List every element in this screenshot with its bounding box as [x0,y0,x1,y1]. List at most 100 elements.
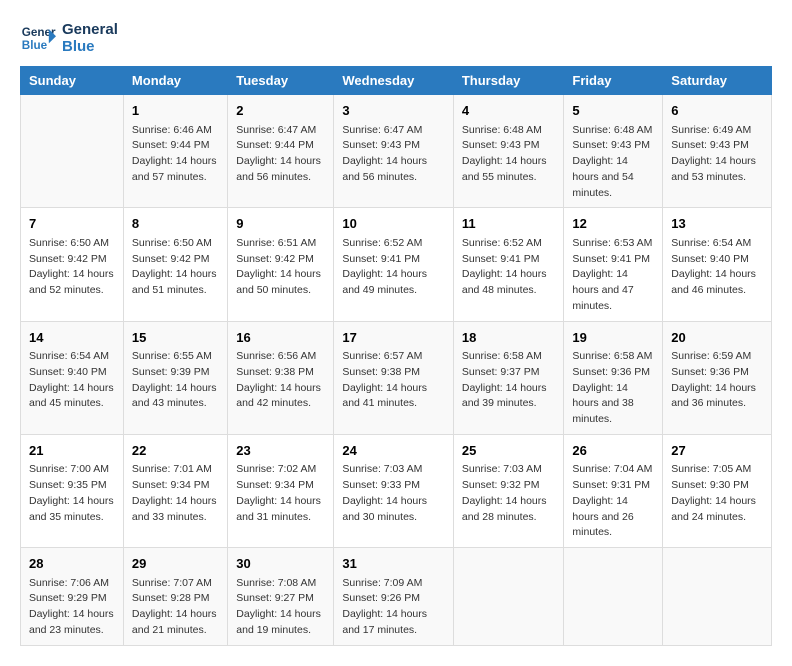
day-cell: 8Sunrise: 6:50 AMSunset: 9:42 PMDaylight… [123,208,227,321]
header-cell-monday: Monday [123,67,227,95]
day-info: Sunrise: 6:53 AMSunset: 9:41 PMDaylight:… [572,236,654,315]
day-info: Sunrise: 7:01 AMSunset: 9:34 PMDaylight:… [132,462,219,525]
day-number: 26 [572,441,654,461]
day-info: Sunrise: 6:51 AMSunset: 9:42 PMDaylight:… [236,236,325,299]
day-cell [21,95,124,208]
day-cell: 24Sunrise: 7:03 AMSunset: 9:33 PMDayligh… [334,434,454,547]
header-cell-friday: Friday [564,67,663,95]
day-number: 30 [236,554,325,574]
day-cell: 20Sunrise: 6:59 AMSunset: 9:36 PMDayligh… [663,321,772,434]
day-info: Sunrise: 7:02 AMSunset: 9:34 PMDaylight:… [236,462,325,525]
day-number: 23 [236,441,325,461]
header-cell-sunday: Sunday [21,67,124,95]
day-cell: 10Sunrise: 6:52 AMSunset: 9:41 PMDayligh… [334,208,454,321]
day-number: 27 [671,441,763,461]
header-cell-wednesday: Wednesday [334,67,454,95]
day-number: 16 [236,328,325,348]
day-number: 14 [29,328,115,348]
calendar-table: SundayMondayTuesdayWednesdayThursdayFrid… [20,66,772,646]
day-number: 31 [342,554,445,574]
day-info: Sunrise: 6:57 AMSunset: 9:38 PMDaylight:… [342,349,445,412]
week-row-3: 14Sunrise: 6:54 AMSunset: 9:40 PMDayligh… [21,321,772,434]
day-number: 2 [236,101,325,121]
day-info: Sunrise: 6:47 AMSunset: 9:43 PMDaylight:… [342,123,445,186]
day-number: 11 [462,214,556,234]
day-info: Sunrise: 7:07 AMSunset: 9:28 PMDaylight:… [132,576,219,639]
day-cell: 27Sunrise: 7:05 AMSunset: 9:30 PMDayligh… [663,434,772,547]
day-info: Sunrise: 7:03 AMSunset: 9:32 PMDaylight:… [462,462,556,525]
day-info: Sunrise: 6:54 AMSunset: 9:40 PMDaylight:… [29,349,115,412]
day-number: 25 [462,441,556,461]
logo: General Blue GeneralBlue [20,20,118,56]
day-cell: 9Sunrise: 6:51 AMSunset: 9:42 PMDaylight… [228,208,334,321]
day-info: Sunrise: 7:05 AMSunset: 9:30 PMDaylight:… [671,462,763,525]
day-cell: 6Sunrise: 6:49 AMSunset: 9:43 PMDaylight… [663,95,772,208]
day-number: 6 [671,101,763,121]
day-cell [453,548,564,646]
day-info: Sunrise: 6:48 AMSunset: 9:43 PMDaylight:… [462,123,556,186]
day-cell: 31Sunrise: 7:09 AMSunset: 9:26 PMDayligh… [334,548,454,646]
day-number: 8 [132,214,219,234]
day-info: Sunrise: 7:04 AMSunset: 9:31 PMDaylight:… [572,462,654,541]
day-cell: 30Sunrise: 7:08 AMSunset: 9:27 PMDayligh… [228,548,334,646]
day-number: 12 [572,214,654,234]
header: General Blue GeneralBlue [20,20,772,56]
day-number: 7 [29,214,115,234]
day-info: Sunrise: 6:58 AMSunset: 9:37 PMDaylight:… [462,349,556,412]
day-info: Sunrise: 6:48 AMSunset: 9:43 PMDaylight:… [572,123,654,202]
day-info: Sunrise: 6:50 AMSunset: 9:42 PMDaylight:… [132,236,219,299]
day-number: 18 [462,328,556,348]
day-cell: 26Sunrise: 7:04 AMSunset: 9:31 PMDayligh… [564,434,663,547]
day-number: 20 [671,328,763,348]
day-cell: 3Sunrise: 6:47 AMSunset: 9:43 PMDaylight… [334,95,454,208]
day-cell: 12Sunrise: 6:53 AMSunset: 9:41 PMDayligh… [564,208,663,321]
day-number: 5 [572,101,654,121]
header-row: SundayMondayTuesdayWednesdayThursdayFrid… [21,67,772,95]
day-number: 1 [132,101,219,121]
day-info: Sunrise: 6:58 AMSunset: 9:36 PMDaylight:… [572,349,654,428]
svg-text:Blue: Blue [22,39,48,52]
day-info: Sunrise: 6:46 AMSunset: 9:44 PMDaylight:… [132,123,219,186]
day-info: Sunrise: 7:03 AMSunset: 9:33 PMDaylight:… [342,462,445,525]
week-row-1: 1Sunrise: 6:46 AMSunset: 9:44 PMDaylight… [21,95,772,208]
day-cell: 17Sunrise: 6:57 AMSunset: 9:38 PMDayligh… [334,321,454,434]
day-number: 3 [342,101,445,121]
day-info: Sunrise: 6:55 AMSunset: 9:39 PMDaylight:… [132,349,219,412]
day-cell [663,548,772,646]
day-cell: 4Sunrise: 6:48 AMSunset: 9:43 PMDaylight… [453,95,564,208]
day-info: Sunrise: 6:50 AMSunset: 9:42 PMDaylight:… [29,236,115,299]
logo-icon: General Blue [20,20,56,56]
header-cell-saturday: Saturday [663,67,772,95]
day-number: 21 [29,441,115,461]
week-row-4: 21Sunrise: 7:00 AMSunset: 9:35 PMDayligh… [21,434,772,547]
day-number: 10 [342,214,445,234]
day-cell: 14Sunrise: 6:54 AMSunset: 9:40 PMDayligh… [21,321,124,434]
day-cell: 21Sunrise: 7:00 AMSunset: 9:35 PMDayligh… [21,434,124,547]
day-info: Sunrise: 6:52 AMSunset: 9:41 PMDaylight:… [462,236,556,299]
day-cell: 16Sunrise: 6:56 AMSunset: 9:38 PMDayligh… [228,321,334,434]
day-cell: 5Sunrise: 6:48 AMSunset: 9:43 PMDaylight… [564,95,663,208]
day-number: 22 [132,441,219,461]
day-cell: 7Sunrise: 6:50 AMSunset: 9:42 PMDaylight… [21,208,124,321]
day-cell: 15Sunrise: 6:55 AMSunset: 9:39 PMDayligh… [123,321,227,434]
header-cell-thursday: Thursday [453,67,564,95]
day-info: Sunrise: 6:59 AMSunset: 9:36 PMDaylight:… [671,349,763,412]
day-info: Sunrise: 7:08 AMSunset: 9:27 PMDaylight:… [236,576,325,639]
day-cell: 19Sunrise: 6:58 AMSunset: 9:36 PMDayligh… [564,321,663,434]
day-number: 4 [462,101,556,121]
day-number: 17 [342,328,445,348]
day-number: 24 [342,441,445,461]
day-cell: 25Sunrise: 7:03 AMSunset: 9:32 PMDayligh… [453,434,564,547]
day-number: 19 [572,328,654,348]
week-row-2: 7Sunrise: 6:50 AMSunset: 9:42 PMDaylight… [21,208,772,321]
day-info: Sunrise: 6:56 AMSunset: 9:38 PMDaylight:… [236,349,325,412]
header-cell-tuesday: Tuesday [228,67,334,95]
day-cell [564,548,663,646]
day-number: 29 [132,554,219,574]
day-info: Sunrise: 6:49 AMSunset: 9:43 PMDaylight:… [671,123,763,186]
day-info: Sunrise: 6:47 AMSunset: 9:44 PMDaylight:… [236,123,325,186]
day-info: Sunrise: 6:52 AMSunset: 9:41 PMDaylight:… [342,236,445,299]
day-cell: 28Sunrise: 7:06 AMSunset: 9:29 PMDayligh… [21,548,124,646]
day-cell: 29Sunrise: 7:07 AMSunset: 9:28 PMDayligh… [123,548,227,646]
day-info: Sunrise: 7:00 AMSunset: 9:35 PMDaylight:… [29,462,115,525]
